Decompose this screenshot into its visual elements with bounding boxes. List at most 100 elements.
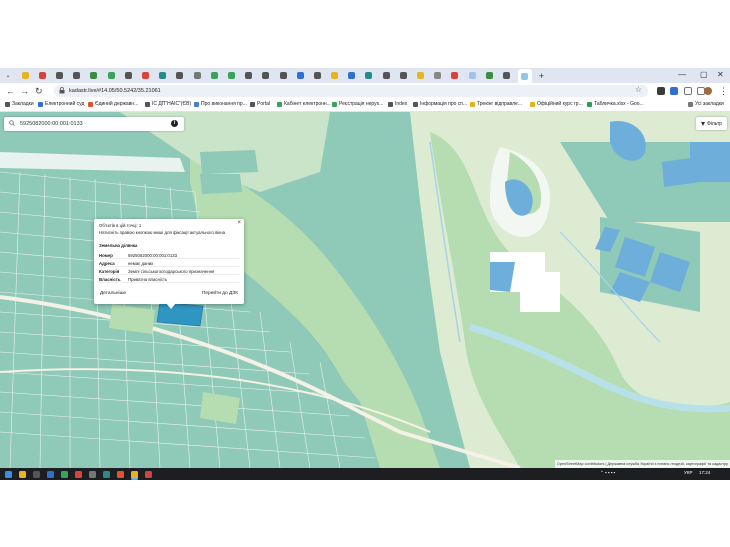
browser-tab[interactable] — [277, 70, 289, 82]
taskbar-app-icon[interactable] — [47, 470, 54, 478]
bookmark-item[interactable]: Про виконання пр... — [194, 101, 247, 107]
bookmark-item[interactable]: ІС ДП"НАІС"(ЄВ) — [145, 101, 191, 107]
bookmark-item[interactable]: Інформація про сп... — [413, 101, 467, 107]
minimize-icon[interactable]: — — [678, 70, 686, 79]
browser-tab[interactable] — [71, 70, 83, 82]
tab-favicon-icon — [193, 72, 201, 79]
tray-language[interactable]: УКР — [684, 470, 692, 475]
browser-tab[interactable] — [380, 70, 392, 82]
taskbar-app-icon[interactable] — [33, 470, 40, 478]
bookmark-item[interactable]: Закладки — [5, 101, 34, 107]
browser-tab[interactable] — [466, 70, 478, 82]
chevron-down-icon: ⌄ — [5, 73, 11, 79]
browser-tab[interactable] — [397, 70, 409, 82]
browser-tab[interactable] — [191, 70, 203, 82]
filter-button[interactable]: Фільтр — [696, 117, 727, 130]
browser-tab[interactable] — [243, 70, 255, 82]
browser-tab[interactable] — [449, 70, 461, 82]
popup-hint: Натисніть правою кнопкою миші для фіксац… — [99, 230, 226, 235]
forward-icon[interactable]: → — [20, 86, 29, 96]
map-view[interactable]: 5925082000:00:001:0133 i Фільтр × Об'єкт… — [0, 112, 730, 468]
parcel-popup[interactable]: × Об'єктів в цій точці: 1 Натисніть прав… — [94, 219, 244, 309]
browser-tab[interactable] — [500, 70, 512, 82]
bookmark-item[interactable]: Табличка.xlsx - Goo... — [587, 101, 644, 107]
taskbar-app-icon[interactable] — [117, 470, 124, 478]
tray-icons[interactable]: ⌃ ▪ ▪ ▪ ▪ — [600, 470, 615, 476]
parcel[interactable] — [200, 174, 242, 194]
taskbar-app-icon[interactable] — [19, 470, 26, 478]
tab-dropdown[interactable]: ⌄ — [2, 70, 14, 82]
browser-tab[interactable] — [432, 70, 444, 82]
search-input[interactable]: 5925082000:00:001:0133 — [20, 119, 83, 129]
menu-icon[interactable]: ⋮ — [719, 86, 728, 97]
taskbar-app-icon[interactable] — [75, 470, 82, 478]
bookmark-item[interactable]: Трекінг відправле... — [470, 101, 522, 107]
browser-tab[interactable] — [346, 70, 358, 82]
profile-avatar[interactable] — [704, 87, 712, 95]
browser-tab-active[interactable] — [517, 69, 532, 83]
reload-icon[interactable]: ↻ — [35, 86, 43, 97]
popup-row-ownership: Власність Приватна власність — [99, 276, 239, 283]
bookmark-star-icon[interactable]: ☆ — [635, 85, 642, 94]
popup-pointer — [166, 303, 176, 309]
browser-tab[interactable] — [311, 70, 323, 82]
browser-tab[interactable] — [105, 70, 117, 82]
browser-tab[interactable] — [415, 70, 427, 82]
tab-favicon-icon — [38, 72, 46, 79]
browser-tab[interactable] — [208, 70, 220, 82]
bookmark-item[interactable]: Електронний суд — [38, 101, 84, 107]
close-icon[interactable]: ✕ — [717, 70, 724, 79]
popup-close-icon[interactable]: × — [237, 220, 241, 226]
taskbar-app-icon[interactable] — [145, 470, 152, 478]
browser-tab[interactable] — [88, 70, 100, 82]
go-to-dzk-button[interactable]: Перейти до ДЗК — [202, 291, 238, 296]
cadastral-search-box[interactable]: 5925082000:00:001:0133 i — [4, 117, 184, 131]
taskbar-app-icon[interactable] — [89, 470, 96, 478]
tab-favicon-icon — [313, 72, 321, 79]
extension-icon[interactable] — [657, 87, 665, 95]
browser-tab[interactable] — [225, 70, 237, 82]
tray-clock[interactable]: 17:24 — [699, 470, 710, 475]
browser-tab[interactable] — [294, 70, 306, 82]
browser-tab[interactable] — [54, 70, 66, 82]
extensions-puzzle-icon[interactable] — [684, 87, 692, 95]
new-tab-button[interactable]: + — [539, 71, 544, 81]
details-button[interactable]: Детальніше — [100, 291, 126, 296]
bookmark-item[interactable]: Реєстрація нерух... — [332, 101, 383, 107]
tab-favicon-icon — [348, 72, 356, 79]
bookmark-item[interactable]: Кабінет електронн... — [277, 101, 331, 107]
browser-tab[interactable] — [363, 70, 375, 82]
bookmark-favicon-icon — [470, 101, 475, 107]
address-bar[interactable]: kadastr.live/#14.05/50.5242/35.2106‎1 ☆ — [54, 85, 648, 97]
browser-tab[interactable] — [157, 70, 169, 82]
search-icon — [9, 120, 15, 126]
tab-favicon-icon — [451, 72, 459, 79]
browser-tab[interactable] — [329, 70, 341, 82]
restore-icon[interactable]: ▢ — [700, 70, 708, 79]
parcel[interactable] — [200, 150, 258, 174]
objects-count: Об'єктів в цій точці: 1 — [99, 223, 142, 228]
taskbar: ⌃ ▪ ▪ ▪ ▪ УКР 17:24 — [0, 468, 730, 480]
bookmark-item[interactable]: Portal — [250, 101, 270, 107]
bookmark-item[interactable]: Офіційний курс гр... — [530, 101, 583, 107]
taskbar-app-icon[interactable] — [61, 470, 68, 478]
taskbar-app-icon[interactable] — [103, 470, 110, 478]
browser-tab[interactable] — [36, 70, 48, 82]
browser-tab[interactable] — [122, 70, 134, 82]
screen: ⌄ + — ▢ ✕ ← → ↻ kadastr.live/#14.05/50.5… — [0, 68, 730, 480]
all-bookmarks[interactable]: Усі закладки — [688, 101, 724, 107]
windows-start-icon[interactable] — [5, 470, 12, 478]
info-icon[interactable]: i — [171, 120, 178, 127]
filter-label: Фільтр — [706, 120, 723, 127]
taskbar-chrome-icon[interactable] — [131, 470, 138, 478]
browser-tab[interactable] — [140, 70, 152, 82]
selected-parcel[interactable] — [156, 301, 204, 327]
browser-tab[interactable] — [19, 70, 31, 82]
back-icon[interactable]: ← — [6, 86, 15, 96]
browser-tab[interactable] — [174, 70, 186, 82]
extension-icon[interactable] — [670, 87, 678, 95]
browser-tab[interactable] — [260, 70, 272, 82]
bookmark-item[interactable]: Єдиний державн... — [88, 101, 138, 107]
bookmark-item[interactable]: Index — [388, 101, 407, 107]
browser-tab[interactable] — [483, 70, 495, 82]
